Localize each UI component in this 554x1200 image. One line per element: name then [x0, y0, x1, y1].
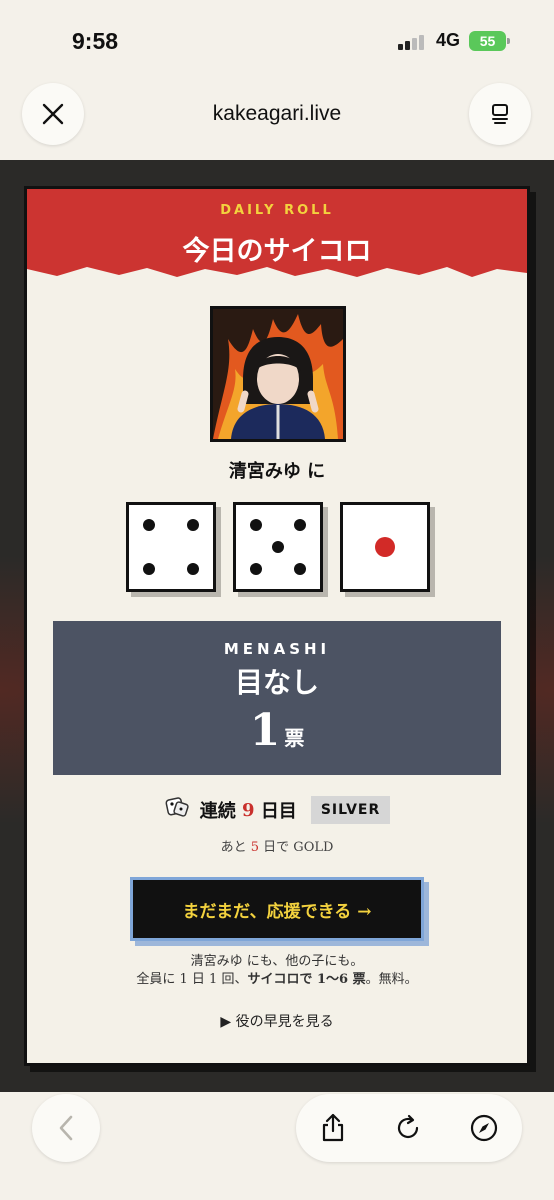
dice-icon — [164, 794, 190, 826]
close-button[interactable] — [22, 83, 84, 145]
reload-icon — [397, 1114, 419, 1139]
die-five — [233, 502, 323, 592]
tabs-button[interactable] — [469, 83, 531, 145]
die-one — [340, 502, 430, 592]
daily-roll-card: DAILY ROLL 今日のサイコロ 清宮みゆ に MENASHI 目なし 1 … — [24, 186, 530, 1066]
streak-days: 9 — [242, 799, 255, 821]
streak-prefix: 連続 — [199, 801, 236, 822]
clock: 9:58 — [72, 28, 119, 54]
browser-header: kakeagari.live — [0, 80, 554, 160]
note-line1: 清宮みゆ にも、他の子にも。 — [190, 954, 364, 969]
compass-button[interactable] — [469, 1113, 499, 1143]
note-line2: 全員に 1 日 1 回、サイコロで 1〜6 票。無料。 — [136, 972, 418, 987]
network-type: 4G — [436, 30, 461, 50]
tabs-icon — [492, 104, 508, 124]
banner-title: 今日のサイコロ — [182, 236, 372, 267]
battery-icon: 55 — [469, 31, 510, 51]
result-roman: MENASHI — [223, 640, 331, 658]
result-name: 目なし — [234, 666, 319, 699]
streak-row: 連続 9 日目 SILVER — [27, 793, 527, 827]
votes-unit: 票 — [284, 726, 305, 750]
die-four — [126, 502, 216, 592]
votes-count: 1 — [249, 705, 281, 756]
next-suffix: 日で GOLD — [263, 840, 334, 855]
cheer-more-button[interactable]: まだまだ、応援できる → — [130, 877, 424, 941]
back-arrow-icon — [59, 1115, 73, 1141]
web-viewport: DAILY ROLL 今日のサイコロ 清宮みゆ に MENASHI 目なし 1 … — [0, 160, 554, 1092]
roles-preview-link[interactable]: ▶ 役の早見を見る — [27, 1011, 527, 1031]
share-icon — [322, 1113, 344, 1142]
next-prefix: あと — [220, 840, 247, 855]
back-button[interactable] — [32, 1094, 100, 1162]
result-votes: 1票 — [53, 705, 501, 756]
action-pill — [296, 1094, 522, 1162]
next-rank: あと 5 日で GOLD — [27, 836, 527, 855]
battery-level: 55 — [479, 33, 496, 49]
member-photo — [210, 306, 346, 442]
next-days: 5 — [250, 840, 260, 855]
compass-icon — [470, 1114, 498, 1142]
close-icon — [42, 103, 64, 125]
streak-suffix: 日目 — [260, 801, 297, 822]
status-bar: 9:58 4G 55 — [0, 0, 554, 80]
browser-toolbar — [0, 1092, 554, 1200]
signal-icon — [398, 34, 426, 50]
dice-row — [126, 502, 436, 596]
info-note: 清宮みゆ にも、他の子にも。 全員に 1 日 1 回、サイコロで 1〜6 票。無… — [27, 953, 527, 989]
reload-button[interactable] — [393, 1113, 423, 1143]
result-panel: MENASHI 目なし 1票 — [53, 621, 501, 775]
share-button[interactable] — [318, 1113, 348, 1143]
member-name: 清宮みゆ に — [228, 461, 326, 482]
rank-badge: SILVER — [310, 796, 391, 824]
banner-subtitle: DAILY ROLL — [220, 203, 334, 218]
